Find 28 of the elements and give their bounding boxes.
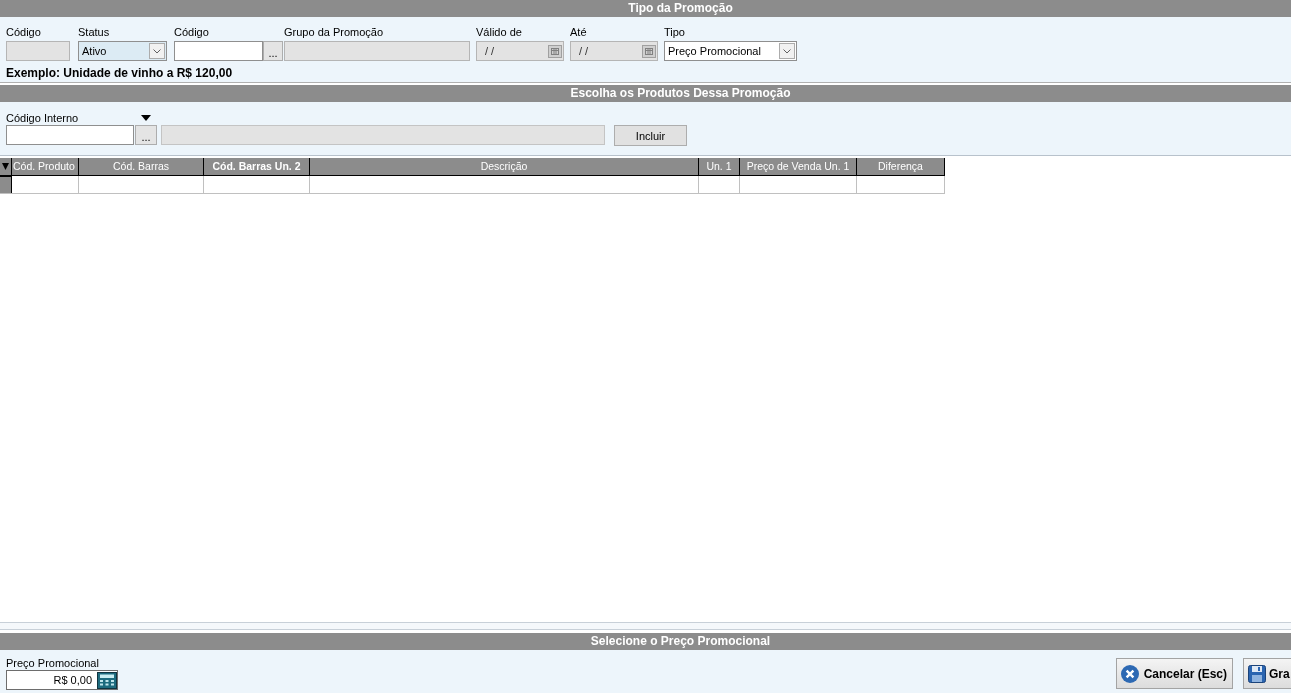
chevron-down-icon[interactable]: [149, 43, 165, 59]
save-button[interactable]: Gra: [1243, 658, 1291, 689]
field-label: Código Interno: [6, 111, 79, 125]
add-button[interactable]: Incluir: [614, 125, 687, 146]
section-header: Selecione o Preço Promocional: [0, 633, 1291, 650]
field-label: Código: [6, 25, 41, 39]
chevron-down-icon[interactable]: [779, 43, 795, 59]
lookup-button[interactable]: ...: [135, 125, 157, 145]
lookup-button[interactable]: ...: [263, 41, 283, 61]
calculator-icon[interactable]: [97, 671, 117, 689]
text-field[interactable]: [6, 125, 134, 145]
example-text: Exemplo: Unidade de vinho a R$ 120,00: [6, 66, 233, 81]
section-header: Tipo da Promoção: [0, 0, 1291, 17]
section-header: Escolha os Produtos Dessa Promoção: [0, 85, 1291, 102]
dropdown[interactable]: Preço Promocional: [664, 41, 797, 61]
field-label: Válido de: [476, 25, 522, 39]
field-label: Até: [570, 25, 587, 39]
cancel-button[interactable]: Cancelar (Esc): [1115, 658, 1233, 689]
dropdown[interactable]: Ativo: [78, 41, 167, 61]
field-label: Tipo: [664, 25, 685, 39]
caret-down-icon[interactable]: [141, 115, 151, 121]
close-icon: [1120, 664, 1139, 683]
field-label: Status: [78, 25, 110, 39]
field-label: Código: [174, 25, 209, 39]
price-field[interactable]: R$ 0,00: [6, 670, 118, 690]
field-label: Grupo da Promoção: [284, 25, 384, 39]
text-field[interactable]: [174, 41, 263, 61]
field-label: Preço Promocional: [6, 656, 99, 670]
